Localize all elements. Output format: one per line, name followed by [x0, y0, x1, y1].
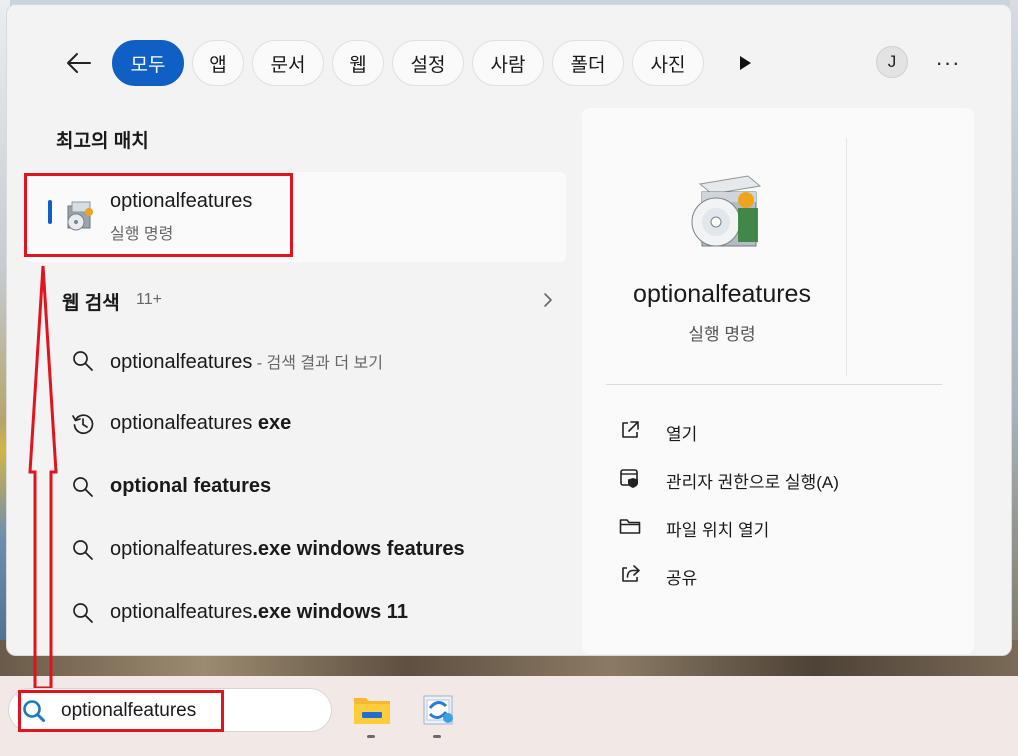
play-icon[interactable] [734, 50, 756, 76]
web-suggestion[interactable]: optionalfeatures - 검색 결과 더 보기 [26, 334, 566, 388]
suggestion-text: optionalfeatures [110, 412, 253, 434]
search-icon [73, 351, 93, 371]
annotation-arrow [28, 265, 58, 688]
search-icon [73, 540, 93, 560]
search-icon [73, 603, 93, 623]
tab-folders[interactable]: 폴더 [552, 40, 624, 86]
history-icon [72, 414, 94, 434]
action-open-file-location[interactable]: 파일 위치 열기 [618, 508, 948, 544]
suggestion-bold-text: .exe windows features [252, 538, 465, 560]
action-share[interactable]: 공유 [618, 556, 948, 592]
running-indicator [433, 735, 441, 738]
suggestion-hint: - 검색 결과 더 보기 [252, 355, 383, 372]
folder-icon [619, 519, 641, 534]
highlight-box-search [18, 690, 224, 732]
more-options-icon[interactable]: ··· [932, 48, 964, 78]
suggestion-text: optionalfeatures [110, 351, 253, 373]
optionalfeatures-large-icon [691, 175, 762, 247]
suggestion-text: optionalfeatures [110, 601, 253, 623]
web-suggestion[interactable]: optionalfeatures.exe windows 11 [26, 586, 566, 640]
best-match-heading: 최고의 매치 [56, 131, 149, 152]
detail-name: optionalfeatures [633, 280, 811, 308]
tab-web[interactable]: 웹 [332, 40, 384, 86]
action-label: 파일 위치 열기 [666, 521, 770, 540]
tab-people[interactable]: 사람 [472, 40, 544, 86]
action-label: 열기 [666, 425, 698, 444]
action-run-as-admin[interactable]: 관리자 권한으로 실행(A) [618, 460, 948, 496]
suggestion-bold-text: exe [252, 412, 292, 434]
suggestion-bold-text: optional features [110, 475, 272, 497]
web-suggestion[interactable]: optionalfeatures exe [26, 397, 566, 451]
divider [606, 384, 942, 385]
tab-apps[interactable]: 앱 [192, 40, 244, 86]
avatar[interactable]: J [876, 46, 908, 78]
highlight-box-best-match [24, 173, 293, 257]
action-label: 관리자 권한으로 실행(A) [666, 473, 839, 492]
file-explorer-icon[interactable] [352, 690, 392, 730]
web-suggestion[interactable]: optional features [26, 460, 566, 514]
suggestion-bold-text: .exe windows 11 [252, 601, 408, 623]
optionalfeatures-taskbar-icon[interactable] [418, 690, 458, 730]
web-search-heading: 웹 검색 [62, 293, 120, 314]
suggestion-text: optionalfeatures [110, 538, 253, 560]
share-icon [622, 565, 640, 582]
web-suggestion[interactable]: optionalfeatures.exe windows features [26, 523, 566, 577]
running-indicator [367, 735, 375, 738]
search-icon [73, 477, 93, 497]
web-search-count: 11+ [136, 291, 162, 308]
open-external-icon [622, 421, 639, 438]
tab-photos[interactable]: 사진 [632, 40, 704, 86]
tab-documents[interactable]: 문서 [252, 40, 324, 86]
action-label: 공유 [666, 569, 698, 588]
action-open[interactable]: 열기 [618, 412, 948, 448]
detail-pane: optionalfeatures 실행 명령 열기 관리자 권한으로 실행(A)… [582, 108, 974, 654]
back-arrow-icon[interactable] [64, 48, 94, 78]
chevron-right-icon[interactable] [540, 290, 556, 310]
detail-type: 실행 명령 [688, 325, 756, 344]
tab-all[interactable]: 모두 [112, 40, 184, 86]
admin-shield-icon [620, 469, 638, 488]
tab-settings[interactable]: 설정 [392, 40, 464, 86]
